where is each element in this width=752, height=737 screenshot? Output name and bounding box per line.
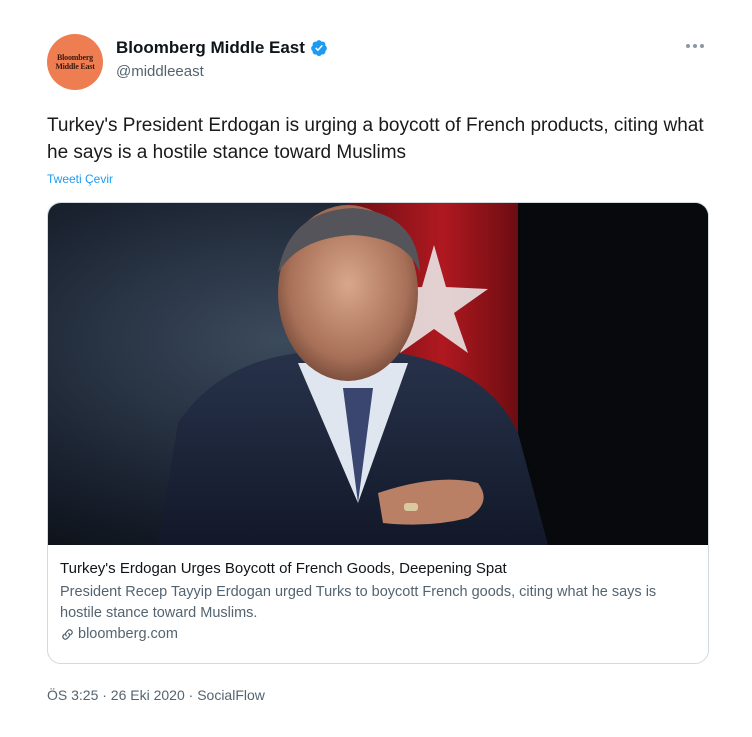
card-domain: bloomberg.com [78, 626, 178, 642]
author-display-name[interactable]: Bloomberg Middle East [116, 38, 305, 58]
card-meta: Turkey's Erdogan Urges Boycott of French… [60, 558, 700, 642]
tweet-text: Turkey's President Erdogan is urging a b… [47, 115, 704, 163]
avatar[interactable]: Bloomberg Middle East [47, 34, 103, 90]
verified-badge-icon [311, 40, 327, 56]
link-icon [62, 628, 73, 640]
tweet: Bloomberg Middle East Bloomberg Middle E… [0, 0, 752, 737]
avatar-text-line1: Bloomberg [57, 53, 93, 62]
author-name-row: Bloomberg Middle East [116, 38, 328, 58]
more-options-icon[interactable] [686, 40, 710, 52]
link-card[interactable]: Turkey's Erdogan Urges Boycott of French… [47, 202, 709, 664]
translate-tweet-link[interactable]: Tweeti Çevir [47, 172, 113, 186]
card-description: President Recep Tayyip Erdogan urged Tur… [60, 584, 657, 621]
tweet-timestamp[interactable]: ÖS 3:25 · 26 Eki 2020 · SocialFlow [47, 687, 265, 703]
author-handle[interactable]: @middleeast [116, 63, 204, 80]
card-domain-row: bloomberg.com [60, 626, 700, 642]
card-title[interactable]: Turkey's Erdogan Urges Boycott of French… [60, 558, 700, 580]
card-image[interactable] [48, 203, 708, 545]
avatar-text-line2: Middle East [55, 62, 95, 71]
